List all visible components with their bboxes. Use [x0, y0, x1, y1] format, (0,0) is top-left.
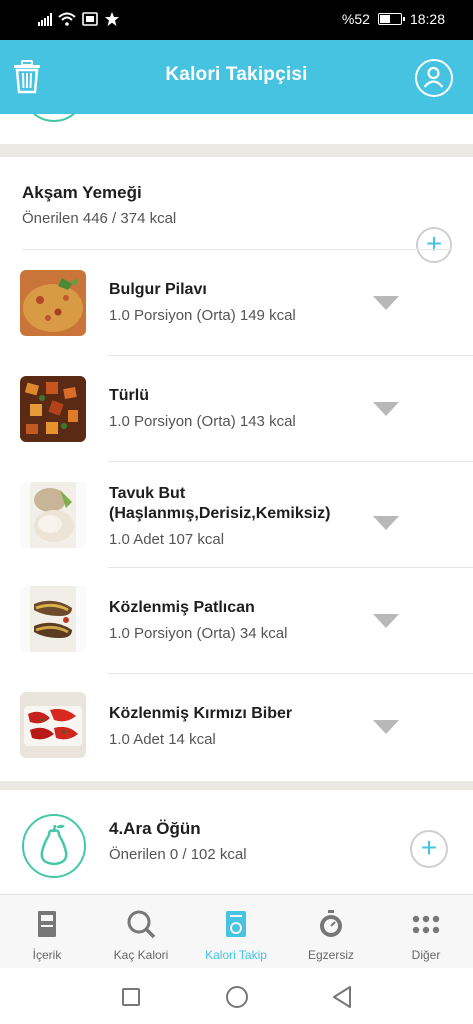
- stopwatch-icon: [320, 910, 342, 937]
- chevron-down-icon[interactable]: [373, 516, 399, 530]
- food-detail: 1.0 Porsiyon (Orta) 143 kcal: [109, 413, 296, 430]
- dinner-card: Akşam Yemeği Önerilen 446 / 374 kcal + B…: [0, 157, 473, 781]
- chevron-down-icon[interactable]: [373, 614, 399, 628]
- add-food-button[interactable]: +: [410, 830, 448, 868]
- food-name: Türlü: [109, 387, 149, 404]
- back-icon[interactable]: [331, 985, 353, 1009]
- meal-title: Akşam Yemeği: [22, 183, 142, 202]
- status-icons-right: %52 18:28: [342, 11, 445, 27]
- nav-item-egzersiz[interactable]: Egzersiz: [284, 895, 378, 969]
- app-header: Kalori Takipçisi: [0, 40, 473, 114]
- food-item[interactable]: Közlenmiş Patlıcan 1.0 Porsiyon (Orta) 3…: [0, 568, 473, 674]
- chevron-down-icon[interactable]: [373, 402, 399, 416]
- food-image: [20, 482, 86, 548]
- star-icon: [105, 12, 119, 26]
- status-bar: %52 18:28: [0, 0, 473, 40]
- nav-item-kalori-takip[interactable]: Kalori Takip: [189, 895, 283, 969]
- user-icon: [423, 66, 444, 88]
- nav-label: Kalori Takip: [205, 948, 267, 962]
- food-image: [20, 586, 86, 652]
- food-name: Közlenmiş Kırmızı Biber: [109, 705, 293, 722]
- pear-icon: [22, 814, 86, 878]
- signal-icon: [38, 12, 52, 26]
- nav-label: Diğer: [411, 948, 441, 962]
- food-detail: 1.0 Porsiyon (Orta) 34 kcal: [109, 625, 288, 642]
- recents-icon[interactable]: [122, 988, 140, 1006]
- nav-label: İçerik: [32, 948, 62, 962]
- meal-calorie-summary: Önerilen 446 / 374 kcal: [22, 210, 177, 227]
- food-item[interactable]: Tavuk But (Haşlanmış,Derisiz,Kemiksiz) 1…: [0, 462, 473, 568]
- battery-icon: [377, 13, 405, 25]
- battery-percent: %52: [341, 11, 370, 27]
- home-icon[interactable]: [226, 986, 248, 1008]
- book-icon: [38, 911, 56, 937]
- food-detail: 1.0 Adet 14 kcal: [109, 731, 216, 748]
- food-image: [20, 376, 86, 442]
- chevron-down-icon[interactable]: [373, 720, 399, 734]
- food-detail: 1.0 Adet 107 kcal: [109, 531, 225, 548]
- food-name: Tavuk But (Haşlanmış,Derisiz,Kemiksiz): [109, 485, 331, 522]
- snack-card: 4.Ara Öğün Önerilen 0 / 102 kcal +: [0, 790, 473, 894]
- profile-button[interactable]: [415, 59, 453, 97]
- food-detail: 1.0 Porsiyon (Orta) 149 kcal: [109, 307, 296, 324]
- food-image: [20, 270, 86, 336]
- food-item[interactable]: Közlenmiş Kırmızı Biber 1.0 Adet 14 kcal: [0, 674, 473, 781]
- nav-item-diger[interactable]: Diğer: [379, 895, 473, 969]
- food-item[interactable]: Türlü 1.0 Porsiyon (Orta) 143 kcal: [0, 356, 473, 462]
- more-icon: [412, 915, 440, 934]
- food-item[interactable]: Bulgur Pilavı 1.0 Porsiyon (Orta) 149 kc…: [0, 250, 473, 356]
- meal-icon: [22, 114, 86, 122]
- battery-fill: [379, 15, 390, 23]
- previous-meal-card: [0, 114, 473, 144]
- meal-list[interactable]: Akşam Yemeği Önerilen 446 / 374 kcal + B…: [0, 114, 473, 894]
- food-image: [20, 692, 86, 758]
- status-icons-left: [38, 11, 120, 27]
- nav-item-icerik[interactable]: İçerik: [0, 895, 94, 969]
- wifi-icon: [58, 12, 76, 26]
- food-name: Közlenmiş Patlıcan: [109, 599, 255, 616]
- bottom-navigation: İçerik Kaç Kalori Kalori Takip Egzersiz …: [0, 894, 473, 968]
- tracker-icon: [226, 911, 246, 937]
- food-name: Bulgur Pilavı: [109, 281, 207, 298]
- page-title: Kalori Takipçisi: [165, 64, 308, 85]
- system-navigation: [0, 968, 473, 1024]
- chevron-down-icon[interactable]: [373, 296, 399, 310]
- meal-calorie-summary: Önerilen 0 / 102 kcal: [109, 846, 247, 863]
- nfc-icon: [82, 12, 98, 26]
- nav-label: Kaç Kalori: [113, 948, 169, 962]
- meal-title: 4.Ara Öğün: [109, 819, 201, 838]
- nav-label: Egzersiz: [307, 948, 354, 962]
- search-icon: [127, 910, 156, 939]
- clock: 18:28: [409, 11, 445, 27]
- nav-item-kac-kalori[interactable]: Kaç Kalori: [94, 895, 188, 969]
